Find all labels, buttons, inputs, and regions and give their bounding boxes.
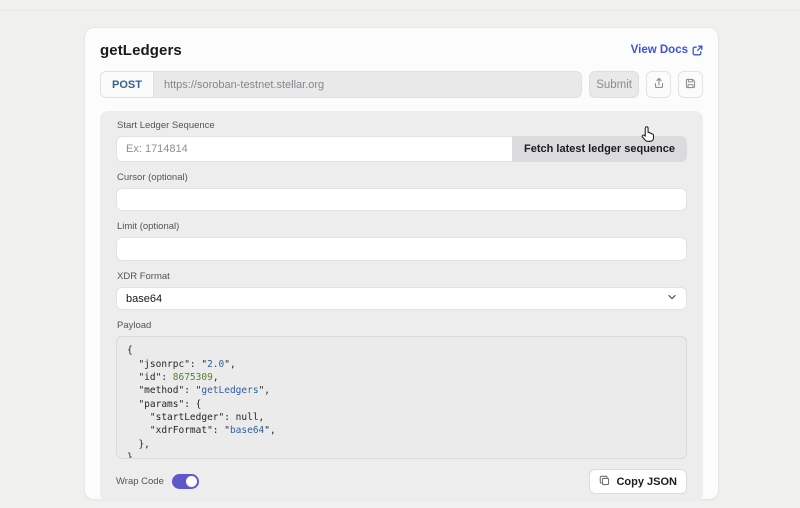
payload-label: Payload bbox=[117, 320, 687, 332]
xdr-format-select[interactable]: base64 bbox=[116, 287, 687, 310]
copy-icon bbox=[599, 475, 610, 489]
fetch-latest-ledger-button[interactable]: Fetch latest ledger sequence bbox=[512, 136, 687, 162]
panel-footer: Wrap Code Copy JSON bbox=[116, 469, 687, 494]
share-button[interactable] bbox=[646, 71, 671, 98]
wrap-code-group: Wrap Code bbox=[116, 474, 199, 489]
wrap-code-label: Wrap Code bbox=[116, 476, 164, 487]
start-ledger-input[interactable] bbox=[116, 136, 512, 162]
toggle-knob bbox=[186, 476, 197, 487]
xdr-format-label: XDR Format bbox=[117, 271, 687, 283]
limit-label: Limit (optional) bbox=[117, 221, 687, 233]
params-panel: Start Ledger Sequence Fetch latest ledge… bbox=[100, 111, 703, 502]
page-title: getLedgers bbox=[100, 42, 182, 59]
copy-json-button[interactable]: Copy JSON bbox=[589, 469, 687, 494]
endpoint-card: getLedgers View Docs POST https://soroba… bbox=[84, 27, 719, 500]
limit-input[interactable] bbox=[116, 237, 687, 260]
request-bar: POST https://soroban-testnet.stellar.org… bbox=[100, 71, 703, 98]
save-button[interactable] bbox=[678, 71, 703, 98]
cursor-label: Cursor (optional) bbox=[117, 172, 687, 184]
copy-json-label: Copy JSON bbox=[616, 476, 677, 488]
view-docs-label: View Docs bbox=[631, 44, 688, 56]
start-ledger-label: Start Ledger Sequence bbox=[117, 120, 687, 132]
wrap-code-toggle[interactable] bbox=[172, 474, 199, 489]
external-link-icon bbox=[692, 45, 703, 56]
cursor-input[interactable] bbox=[116, 188, 687, 211]
card-header: getLedgers View Docs bbox=[100, 40, 703, 60]
submit-button[interactable]: Submit bbox=[589, 71, 639, 98]
page-divider bbox=[0, 10, 800, 11]
chevron-down-icon bbox=[667, 292, 677, 305]
method-badge: POST bbox=[101, 72, 154, 97]
request-url-group: POST https://soroban-testnet.stellar.org bbox=[100, 71, 582, 98]
payload-code[interactable]: { "jsonrpc": "2.0", "id": 8675309, "meth… bbox=[116, 336, 687, 459]
xdr-format-value: base64 bbox=[126, 293, 162, 305]
view-docs-link[interactable]: View Docs bbox=[631, 44, 703, 56]
start-ledger-row: Fetch latest ledger sequence bbox=[116, 136, 687, 162]
share-icon bbox=[652, 76, 666, 93]
save-icon bbox=[684, 77, 697, 93]
request-url: https://soroban-testnet.stellar.org bbox=[154, 72, 334, 97]
